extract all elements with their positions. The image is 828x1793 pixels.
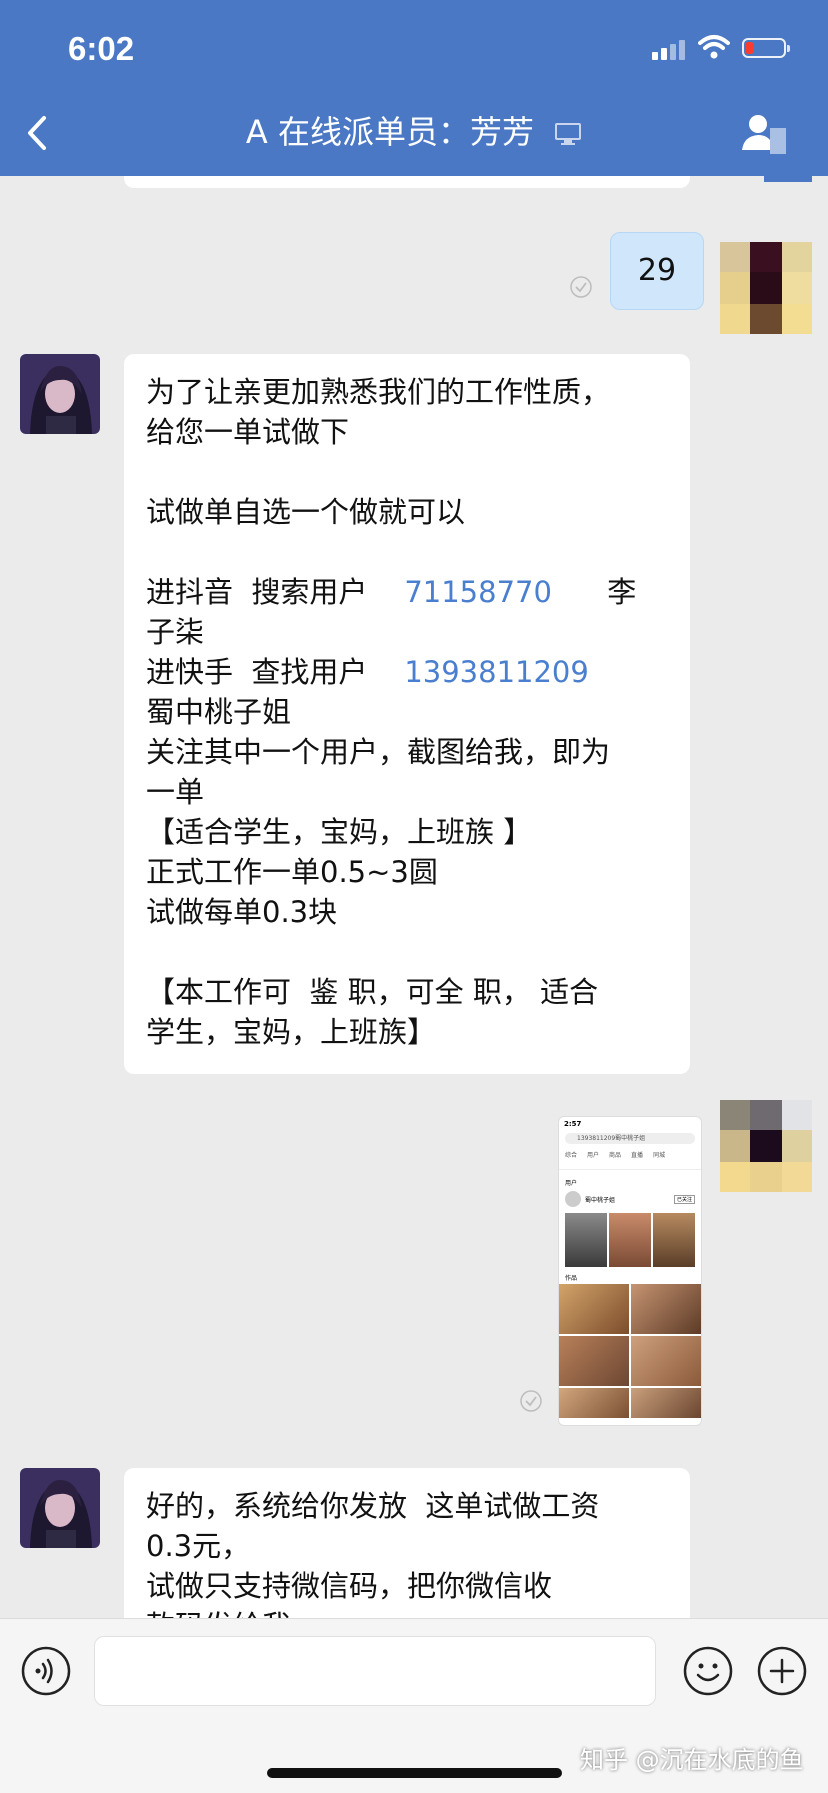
pc-online-icon bbox=[555, 123, 582, 145]
screenshot-search-bar: 1393811209蜀中桃子姐 bbox=[565, 1133, 695, 1144]
kuaishou-user-id-link[interactable]: 1393811209 bbox=[404, 655, 589, 689]
home-indicator[interactable] bbox=[267, 1768, 562, 1778]
message-line: 李 bbox=[551, 575, 637, 609]
message-line: 子柒 bbox=[146, 615, 205, 649]
sender-avatar[interactable] bbox=[20, 354, 100, 434]
chat-title: A 在线派单员：芳芳 bbox=[245, 113, 534, 151]
battery-icon bbox=[742, 38, 790, 58]
screenshot-photo-strip bbox=[559, 1209, 701, 1271]
sent-screenshot-image[interactable]: 2:57 1393811209蜀中桃子姐 综合 用户 商品 直播 同城 用户 蜀… bbox=[558, 1116, 702, 1426]
message-line: 【适合学生，宝妈，上班族 】 bbox=[146, 815, 533, 849]
screenshot-video-grid bbox=[559, 1284, 701, 1418]
message-line: 进抖音 搜索用户 bbox=[146, 575, 405, 609]
message-text: 29 bbox=[637, 253, 677, 288]
message-line: 【本工作可 鉴 职，可全 职， 适合 bbox=[146, 975, 599, 1009]
message-line: 正式工作一单0.5~3圆 bbox=[146, 855, 438, 889]
message-line: 关注其中一个用户，截图给我，即为 bbox=[146, 735, 611, 769]
message-line: 0.3元， bbox=[146, 1529, 251, 1563]
message-line: 一单 bbox=[146, 775, 205, 809]
message-line: 蜀中桃子姐 bbox=[146, 695, 292, 729]
message-line: 试做每单0.3块 bbox=[146, 895, 338, 929]
more-options-button[interactable] bbox=[756, 1645, 808, 1697]
message-line: 好的，系统给你发放 这单试做工资 bbox=[146, 1489, 600, 1523]
watermark: 知乎 @沉在水底的鱼 bbox=[580, 1746, 804, 1774]
message-line: 学生，宝妈，上班族】 bbox=[146, 1015, 437, 1049]
status-time: 6:02 bbox=[68, 30, 135, 67]
chat-header: 6:02 A 在线派单员：芳芳 bbox=[0, 0, 828, 176]
screenshot-tab: 商品 bbox=[609, 1152, 622, 1159]
screenshot-user-row: 蜀中桃子姐 已关注 bbox=[559, 1189, 701, 1209]
my-avatar[interactable] bbox=[720, 1100, 812, 1192]
contact-profile-icon[interactable] bbox=[740, 110, 788, 158]
message-line: 试做单自选一个做就可以 bbox=[146, 495, 466, 529]
sender-avatar[interactable] bbox=[20, 1468, 100, 1548]
my-avatar[interactable] bbox=[720, 242, 812, 334]
screenshot-works-section: 作品 bbox=[565, 1275, 578, 1282]
chat-title-area: A 在线派单员：芳芳 bbox=[0, 110, 828, 154]
screenshot-tab: 综合 bbox=[565, 1152, 578, 1159]
screenshot-tab: 直播 bbox=[631, 1152, 644, 1159]
message-line: 进快手 查找用户 bbox=[146, 655, 405, 689]
voice-input-button[interactable] bbox=[20, 1645, 72, 1697]
screenshot-user-section: 用户 bbox=[565, 1180, 578, 1187]
emoji-button[interactable] bbox=[682, 1645, 734, 1697]
screenshot-tab: 用户 bbox=[587, 1152, 600, 1159]
screenshot-tab: 同城 bbox=[653, 1152, 666, 1159]
screenshot-follow-label: 已关注 bbox=[673, 1194, 695, 1204]
message-line: 为了让亲更加熟悉我们的工作性质， bbox=[146, 375, 611, 409]
cellular-signal-icon bbox=[652, 38, 686, 60]
message-line: 试做只支持微信码，把你微信收 bbox=[146, 1569, 553, 1603]
read-check-icon bbox=[570, 276, 592, 298]
screenshot-user-name: 蜀中桃子姐 bbox=[585, 1196, 616, 1204]
message-line: 给您一单试做下 bbox=[146, 415, 350, 449]
screenshot-tabs: 综合 用户 商品 直播 同城 bbox=[559, 1146, 701, 1163]
wifi-icon bbox=[698, 35, 730, 59]
message-input-field[interactable] bbox=[94, 1636, 656, 1706]
read-check-icon bbox=[520, 1390, 542, 1412]
outgoing-message-bubble[interactable]: 29 bbox=[610, 232, 704, 310]
douyin-user-id-link[interactable]: 71158770 bbox=[404, 575, 552, 609]
screenshot-time: 2:57 bbox=[564, 1120, 582, 1128]
incoming-message-bubble[interactable]: 为了让亲更加熟悉我们的工作性质， 给您一单试做下 试做单自选一个做就可以 进抖音… bbox=[124, 354, 690, 1074]
